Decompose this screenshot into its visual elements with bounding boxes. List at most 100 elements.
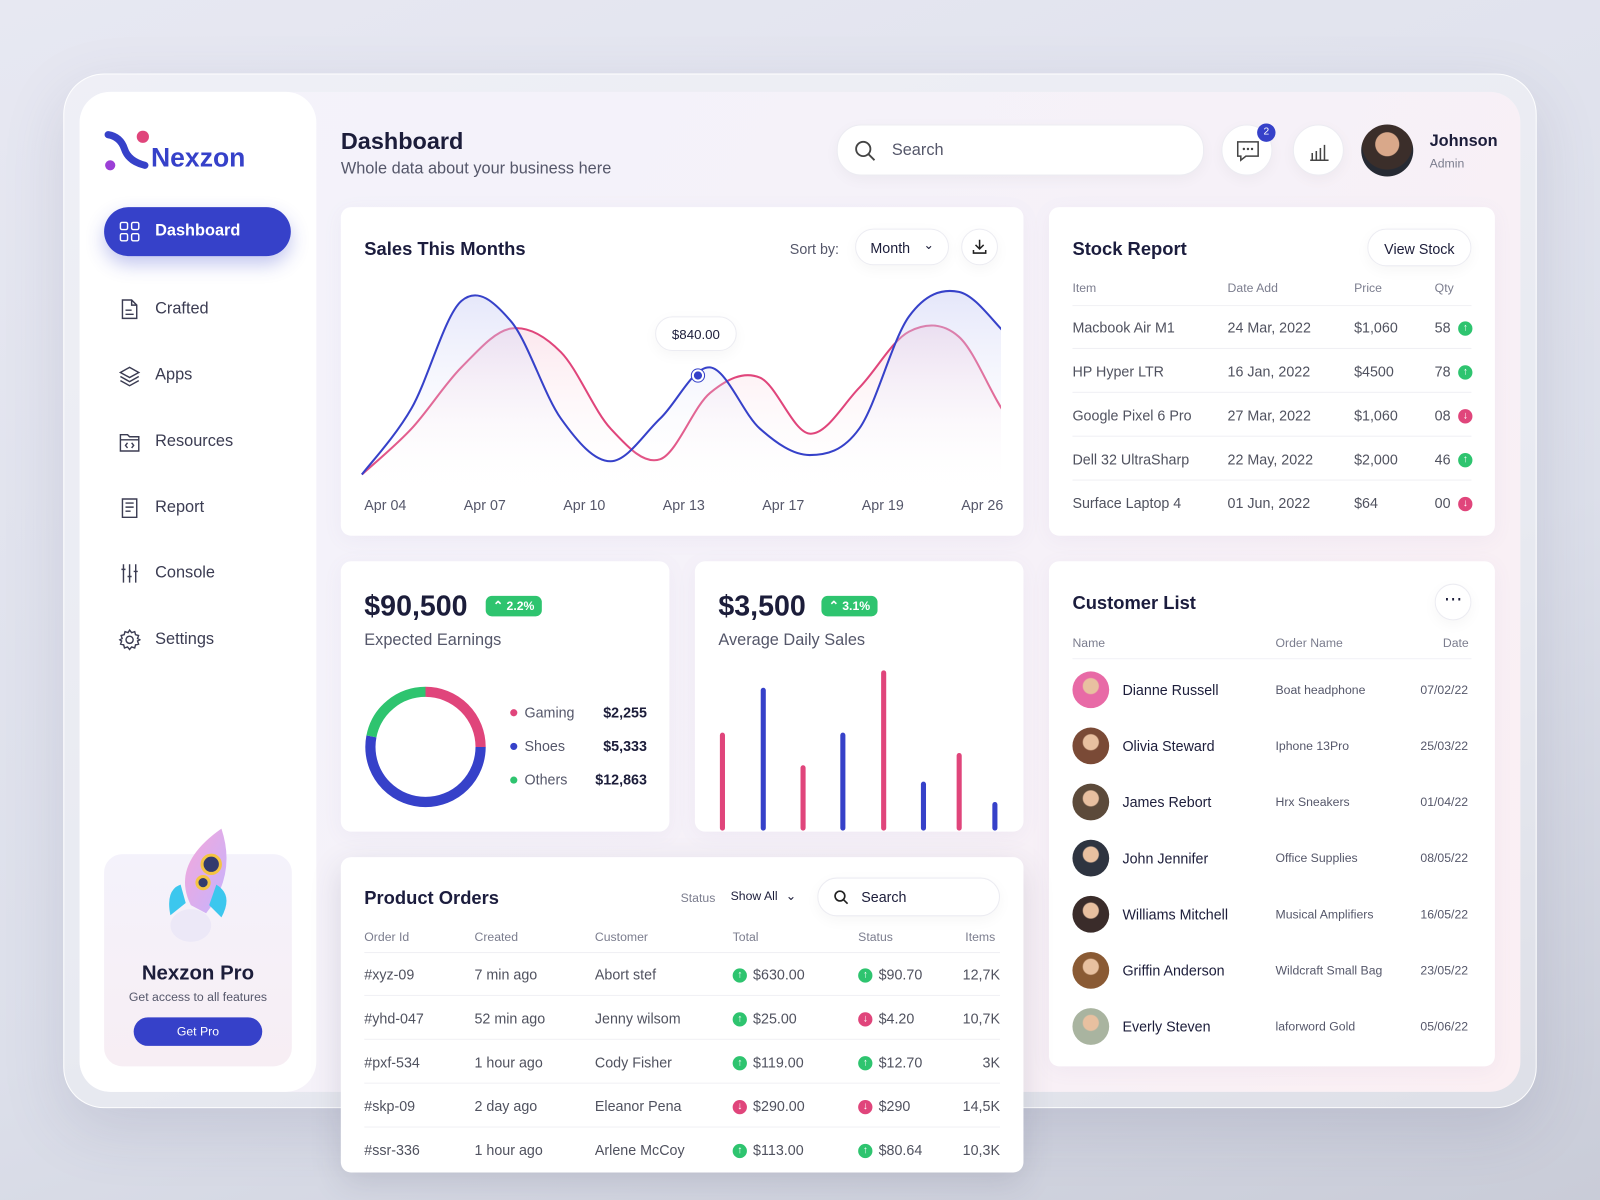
bar[interactable] xyxy=(956,753,962,831)
order-status: $80.64 xyxy=(878,1141,923,1159)
earnings-change: 2.2% xyxy=(506,598,535,614)
stage: Nexzon Dashboard Crafted Apps Resources Repo… xyxy=(0,0,1600,1200)
daily-sales-card: $3,500 ⌃ 3.1% Average Daily Sales xyxy=(694,561,1024,832)
order-date: 23/05/22 xyxy=(1420,963,1469,978)
trend-down-icon: ↓ xyxy=(858,1012,873,1027)
customer-avatar xyxy=(1072,1008,1110,1045)
bar[interactable] xyxy=(992,802,998,831)
sidebar-item-label: Settings xyxy=(155,630,215,648)
customer-row[interactable]: Williams Mitchell Musical Amplifiers 16/… xyxy=(1049,895,1495,933)
search-input[interactable]: Search xyxy=(836,124,1205,176)
sidebar-item-settings[interactable]: Settings xyxy=(104,615,291,664)
column-header: Date Add xyxy=(1227,280,1278,295)
promo-card: Nexzon Pro Get access to all features Ge… xyxy=(104,828,292,1067)
item-name: HP Hyper LTR xyxy=(1072,363,1165,380)
trend-up-icon: ↑ xyxy=(1458,365,1473,380)
sales-card: Sales This Months Sort by: Month ⌄ $840.… xyxy=(340,207,1024,536)
bar[interactable] xyxy=(920,781,927,831)
customer-row[interactable]: Dianne Russell Boat headphone 07/02/22 xyxy=(1049,671,1495,709)
items-count: 14,5K xyxy=(962,1097,1000,1115)
more-options-button[interactable]: ⋯ xyxy=(1434,583,1472,621)
customer-row[interactable]: John Jennifer Office Supplies 08/05/22 xyxy=(1049,839,1495,877)
customer-row[interactable]: Griffin Anderson Wildcraft Small Bag 23/… xyxy=(1049,952,1495,989)
order-total: $119.00 xyxy=(753,1054,804,1071)
order-total: $25.00 xyxy=(753,1010,797,1027)
stock-row[interactable]: Surface Laptop 4 01 Jun, 2022 $64 00 ↓ xyxy=(1072,481,1473,525)
sales-line-chart xyxy=(361,289,1002,493)
column-header: Total xyxy=(732,929,759,944)
stock-row[interactable]: Macbook Air M1 24 Mar, 2022 $1,060 58 ↑ xyxy=(1072,305,1473,349)
order-row[interactable]: #yhd-047 52 min ago Jenny wilsom ↑ $25.00… xyxy=(364,996,1000,1040)
bar[interactable] xyxy=(800,765,806,831)
bar[interactable] xyxy=(840,732,846,831)
column-header: Customer xyxy=(594,929,648,944)
earnings-change-badge: ⌃ 2.2% xyxy=(485,595,542,617)
order-name: Musical Amplifiers xyxy=(1275,907,1374,922)
price: $4500 xyxy=(1354,363,1394,380)
legend-value: $2,255 xyxy=(603,704,647,721)
order-name: laforword Gold xyxy=(1275,1019,1356,1034)
orders-search-placeholder: Search xyxy=(861,888,907,906)
sidebar-item-label: Crafted xyxy=(155,299,209,318)
get-pro-button[interactable]: Get Pro xyxy=(133,1017,263,1046)
orders-search-input[interactable]: Search xyxy=(817,877,1000,917)
sidebar-item-dashboard[interactable]: Dashboard xyxy=(104,207,291,257)
legend-dot xyxy=(510,742,518,750)
stock-row[interactable]: Google Pixel 6 Pro 27 Mar, 2022 $1,060 0… xyxy=(1072,393,1473,437)
sidebar-item-resources[interactable]: Resources xyxy=(104,417,291,466)
customer: Arlene McCoy xyxy=(594,1141,685,1159)
legend-dot xyxy=(510,708,518,716)
page-subtitle: Whole data about your business here xyxy=(340,160,612,178)
orders-card: Product Orders Status Show All ⌄ Search O… xyxy=(340,857,1024,1173)
order-name: Office Supplies xyxy=(1275,851,1358,866)
bar[interactable] xyxy=(881,670,887,831)
column-header: Order Name xyxy=(1275,635,1343,650)
order-row[interactable]: #ssr-336 1 hour ago Arlene McCoy ↑ $113.0… xyxy=(364,1128,1000,1172)
order-row[interactable]: #pxf-534 1 hour ago Cody Fisher ↑ $119.00… xyxy=(364,1040,1000,1084)
price: $2,000 xyxy=(1354,451,1398,468)
customer: Cody Fisher xyxy=(594,1054,672,1071)
item-name: Google Pixel 6 Pro xyxy=(1072,407,1192,424)
items-count: 3K xyxy=(982,1054,1000,1071)
brand-name: Nexzon xyxy=(151,141,246,173)
order-row[interactable]: #skp-09 2 day ago Eleanor Pena ↓ $290.00 … xyxy=(364,1084,1000,1128)
stock-row[interactable]: Dell 32 UltraSharp 22 May, 2022 $2,000 4… xyxy=(1072,437,1473,481)
order-status: $90.70 xyxy=(878,966,923,983)
logo[interactable]: Nexzon xyxy=(104,130,246,173)
chat-icon xyxy=(1236,141,1259,162)
item-name: Surface Laptop 4 xyxy=(1072,494,1182,512)
sidebar-item-apps[interactable]: Apps xyxy=(104,351,291,400)
order-row[interactable]: #xyz-09 7 min ago Abort stef ↑ $630.00 ↑ $… xyxy=(364,952,1000,996)
stock-row[interactable]: HP Hyper LTR 16 Jan, 2022 $4500 78 ↑ xyxy=(1072,349,1473,393)
customer-row[interactable]: James Rebort Hrx Sneakers 01/04/22 xyxy=(1049,783,1495,821)
sidebar-item-report[interactable]: Report xyxy=(104,484,291,533)
customer-name: Everly Steven xyxy=(1122,1018,1211,1035)
analytics-button[interactable] xyxy=(1292,124,1344,176)
x-tick-label: Apr 19 xyxy=(861,496,904,514)
user-avatar[interactable] xyxy=(1361,124,1414,177)
customer-row[interactable]: Everly Steven laforword Gold 05/06/22 xyxy=(1049,1008,1495,1045)
order-id: #ssr-336 xyxy=(364,1141,420,1159)
status-filter-dropdown[interactable]: Show All ⌄ xyxy=(731,889,796,903)
bar[interactable] xyxy=(760,687,766,831)
bar[interactable] xyxy=(719,732,725,831)
customer: Eleanor Pena xyxy=(594,1097,682,1115)
orders-title: Product Orders xyxy=(364,887,500,909)
legend-item: Gaming $2,255 xyxy=(510,704,647,720)
highlight-point[interactable] xyxy=(691,369,705,382)
quantity: 78 xyxy=(1434,363,1451,380)
trend-up-icon: ↑ xyxy=(732,1144,747,1159)
trend-up-icon: ↑ xyxy=(1458,453,1473,468)
tooltip-value: $840.00 xyxy=(671,326,720,342)
x-tick-label: Apr 13 xyxy=(662,496,705,514)
view-stock-button[interactable]: View Stock xyxy=(1367,228,1472,267)
sidebar-item-console[interactable]: Console xyxy=(104,549,291,598)
logo-icon xyxy=(104,130,149,171)
messages-button[interactable]: 2 xyxy=(1221,123,1276,176)
sidebar-item-crafted[interactable]: Crafted xyxy=(104,285,291,334)
customer-row[interactable]: Olivia Steward Iphone 13Pro 25/03/22 xyxy=(1049,727,1495,765)
customer-avatar xyxy=(1072,671,1110,709)
stock-card: Stock Report View Stock Item Date Add Pric… xyxy=(1048,207,1495,536)
created: 1 hour ago xyxy=(474,1054,543,1071)
customer-name: Dianne Russell xyxy=(1122,681,1219,698)
